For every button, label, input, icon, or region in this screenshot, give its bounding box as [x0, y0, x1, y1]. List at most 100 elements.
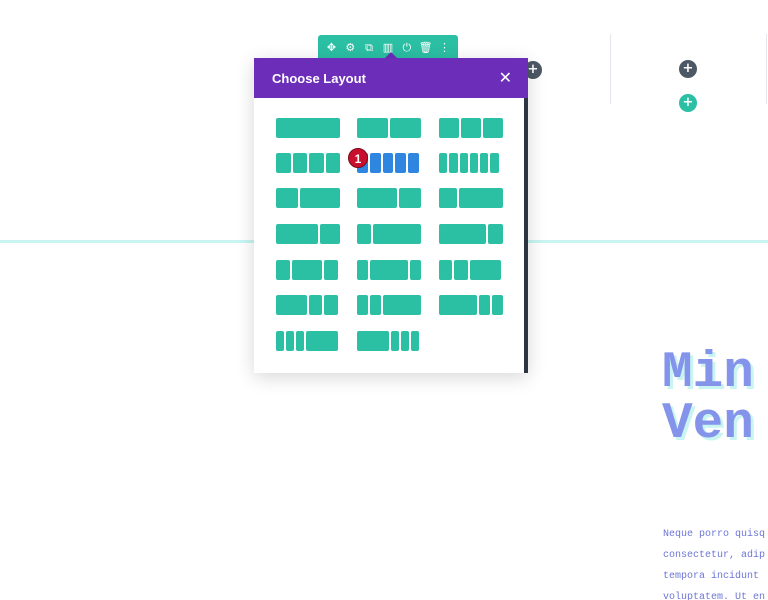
layout-column: [383, 295, 421, 315]
layout-column: [411, 331, 419, 351]
hero-paragraph: Neque porro quisq consectetur, adip temp…: [663, 524, 768, 600]
layout-column: [300, 188, 340, 208]
layout-option-fifth-three-fifths-fifth[interactable]: [357, 260, 421, 280]
layout-column: [357, 118, 388, 138]
layout-column: [373, 224, 421, 244]
layout-column: [276, 118, 340, 138]
layout-column: [357, 295, 368, 315]
layout-option-one-third-two-thirds[interactable]: [276, 188, 340, 208]
power-icon[interactable]: ⏻: [400, 42, 414, 53]
hero-heading-line: Ven: [662, 396, 754, 450]
layout-column: [461, 118, 481, 138]
layout-column: [309, 295, 322, 315]
layout-column: [292, 153, 307, 173]
hero-paragraph-line: voluptatem. Ut en: [663, 592, 766, 600]
layout-column: [276, 188, 298, 208]
layout-column: [488, 224, 503, 244]
layout-option-fifth-fifth-three-fifths[interactable]: [357, 295, 421, 315]
column-separator: [610, 34, 611, 104]
hero-heading-line: Min: [662, 348, 754, 402]
layout-column: [439, 224, 486, 244]
layout-column: [480, 153, 489, 173]
layout-column: [309, 153, 324, 173]
layout-column: [296, 331, 304, 351]
layout-column: [492, 295, 503, 315]
hero-paragraph-line: tempora incidunt: [663, 571, 760, 582]
gear-icon[interactable]: ⚙: [343, 42, 357, 53]
layout-column: [459, 188, 503, 208]
layout-option-half-sixth-sixth-sixth[interactable]: [357, 331, 419, 351]
layout-column: [439, 118, 459, 138]
layout-column: [306, 331, 338, 351]
hero-paragraph-line: consectetur, adip: [663, 550, 766, 561]
duplicate-icon[interactable]: ⧉: [362, 42, 376, 53]
layout-column: [357, 260, 368, 280]
layout-option-four-fifths-one-fifth[interactable]: [439, 224, 503, 244]
layout-column: [439, 295, 477, 315]
layout-column: [324, 295, 338, 315]
layout-column: [390, 118, 421, 138]
layout-column: [276, 260, 290, 280]
close-icon[interactable]: ✕: [499, 70, 512, 86]
layout-column: [395, 153, 407, 173]
layout-column: [370, 260, 408, 280]
layout-column: [469, 153, 479, 173]
layout-column: [399, 188, 421, 208]
modal-scrollbar[interactable]: [524, 98, 528, 373]
layout-column: [449, 153, 458, 173]
layout-column: [370, 295, 381, 315]
layout-option-quarter-quarter-half[interactable]: [439, 260, 501, 280]
layout-column: [276, 153, 291, 173]
layout-option-four-columns[interactable]: [276, 153, 340, 173]
more-icon[interactable]: ⋮: [437, 42, 451, 53]
layout-column: [479, 295, 490, 315]
layout-column: [292, 260, 322, 280]
hero-paragraph-line: Neque porro quisq: [663, 529, 766, 540]
layout-column: [408, 153, 419, 173]
choose-layout-modal: Choose Layout ✕: [254, 58, 528, 373]
layout-option-three-columns[interactable]: [439, 118, 503, 138]
layout-option-one-quarter-three-quarters[interactable]: [439, 188, 503, 208]
hero-heading: Min Ven: [662, 348, 768, 450]
columns-icon[interactable]: ▥: [381, 42, 395, 53]
layout-column: [357, 188, 397, 208]
layout-column: [483, 118, 503, 138]
layout-column: [357, 331, 389, 351]
layout-option-half-quarter-quarter[interactable]: [276, 295, 338, 315]
layout-option-three-fifths-fifth-fifth[interactable]: [439, 295, 503, 315]
layout-column: [320, 224, 340, 244]
trash-icon[interactable]: 🗑: [419, 42, 433, 53]
layout-option-sixth-sixth-sixth-half[interactable]: [276, 331, 338, 351]
layout-option-three-quarters-one-quarter[interactable]: [276, 224, 340, 244]
layout-column: [439, 260, 452, 280]
layout-column: [410, 260, 421, 280]
add-row-button[interactable]: +: [679, 94, 697, 112]
layout-column: [490, 153, 499, 173]
layout-column: [276, 295, 307, 315]
layout-option-six-columns[interactable]: [439, 153, 499, 173]
layout-option-one-column[interactable]: [276, 118, 340, 138]
layout-column: [276, 331, 284, 351]
layout-column: [439, 188, 457, 208]
layout-option-two-thirds-one-third[interactable]: [357, 188, 421, 208]
layout-option-two-columns[interactable]: [357, 118, 421, 138]
layout-column: [454, 260, 468, 280]
layout-column: [357, 224, 371, 244]
layout-option-quarter-half-quarter[interactable]: [276, 260, 338, 280]
layout-column: [286, 331, 294, 351]
move-icon[interactable]: ✥: [324, 42, 338, 53]
layout-column: [382, 153, 394, 173]
layout-column: [369, 153, 381, 173]
layout-column: [459, 153, 468, 173]
layout-column: [401, 331, 409, 351]
modal-header: Choose Layout ✕: [254, 58, 528, 98]
layout-column: [325, 153, 340, 173]
layout-column: [324, 260, 338, 280]
add-module-button[interactable]: +: [679, 60, 697, 78]
layout-option-one-fifth-four-fifths[interactable]: [357, 224, 421, 244]
layout-column: [391, 331, 399, 351]
layout-column: [439, 153, 448, 173]
layout-column: [276, 224, 318, 244]
layout-column: [470, 260, 501, 280]
column-separator: [766, 34, 767, 104]
